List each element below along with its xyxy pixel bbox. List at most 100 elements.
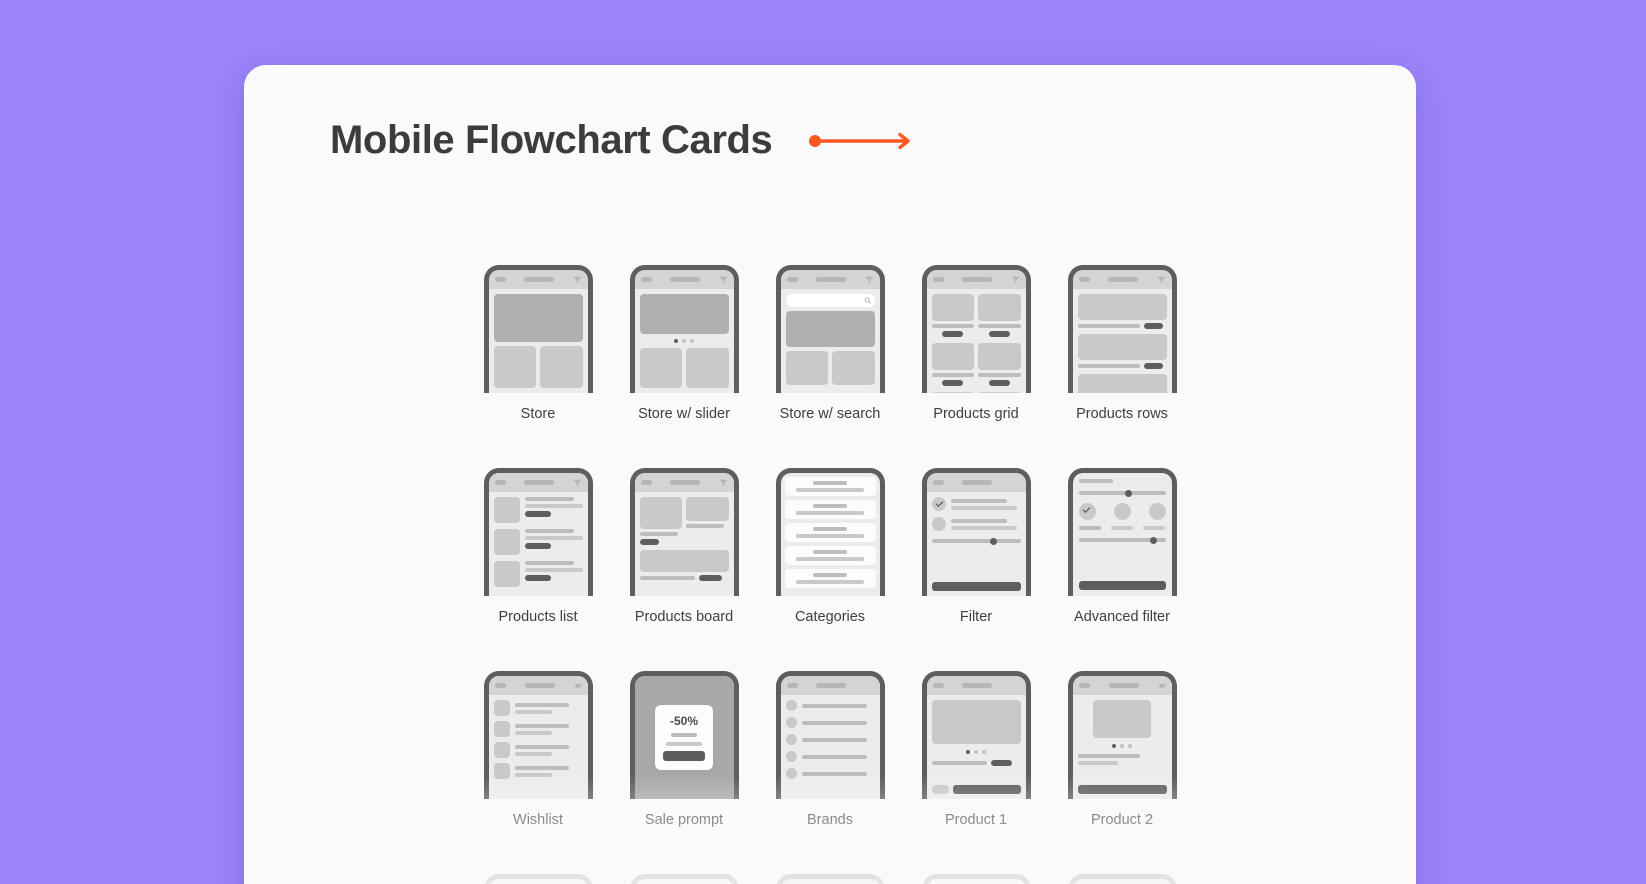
phone-frame-sale-prompt[interactable]: -50%: [629, 671, 739, 799]
product-card[interactable]: [931, 343, 974, 386]
menu-pill[interactable]: [1078, 277, 1090, 282]
product-card[interactable]: [978, 392, 1021, 393]
flowchart-card[interactable]: [629, 874, 739, 884]
range-slider[interactable]: [1078, 536, 1166, 544]
menu-pill[interactable]: [640, 480, 652, 485]
flowchart-card[interactable]: Products rows: [1067, 265, 1177, 422]
product-row[interactable]: [1077, 294, 1167, 329]
flowchart-card[interactable]: Store w/ slider: [629, 265, 739, 422]
wishlist-item[interactable]: [493, 721, 583, 737]
claim-button[interactable]: [663, 751, 705, 761]
category-card[interactable]: [784, 569, 876, 588]
option-circle[interactable]: [785, 768, 797, 779]
phone-frame-categories[interactable]: [775, 468, 885, 596]
flowchart-card[interactable]: Advanced filter: [1067, 468, 1177, 625]
product-card[interactable]: [978, 294, 1021, 337]
flowchart-card[interactable]: Products board: [629, 468, 739, 625]
flowchart-card[interactable]: Filter: [921, 468, 1031, 625]
wishlist-item[interactable]: [493, 700, 583, 716]
checkbox-checked[interactable]: [931, 497, 946, 511]
list-item[interactable]: [493, 561, 583, 587]
phone-frame-product-1[interactable]: [921, 671, 1031, 799]
phone-frame-products-rows[interactable]: [1067, 265, 1177, 393]
hero-banner[interactable]: [493, 294, 583, 342]
search-input[interactable]: [785, 294, 875, 307]
phone-frame-store[interactable]: [483, 265, 593, 393]
option-circle[interactable]: [1113, 503, 1131, 520]
wishlist-item[interactable]: [493, 742, 583, 758]
phone-frame-brands[interactable]: [775, 671, 885, 799]
menu-pill[interactable]: [494, 683, 506, 688]
phone-frame-products-list[interactable]: [483, 468, 593, 596]
flowchart-card[interactable]: [921, 874, 1031, 884]
menu-pill[interactable]: [932, 683, 944, 688]
product-card[interactable]: [931, 392, 974, 393]
flowchart-card[interactable]: Products grid: [921, 265, 1031, 422]
product-card[interactable]: [978, 343, 1021, 386]
product-tile[interactable]: [785, 351, 828, 385]
brand-item[interactable]: [785, 700, 875, 711]
product-tile[interactable]: [832, 351, 875, 385]
flowchart-card[interactable]: Categories: [775, 468, 885, 625]
menu-pill[interactable]: [494, 480, 506, 485]
flowchart-card[interactable]: [483, 874, 593, 884]
phone-frame-products-board[interactable]: [629, 468, 739, 596]
checkbox-checked[interactable]: [1078, 503, 1096, 520]
board-card[interactable]: [686, 497, 729, 528]
phone-frame-checkout[interactable]: [1067, 874, 1177, 884]
flowchart-card[interactable]: Brands: [775, 671, 885, 828]
flowchart-card[interactable]: Product 2: [1067, 671, 1177, 828]
wishlist-item[interactable]: [493, 763, 583, 779]
flowchart-card[interactable]: Store w/ search: [775, 265, 885, 422]
option-circle[interactable]: [785, 700, 797, 711]
phone-frame-store-search[interactable]: [775, 265, 885, 393]
range-slider[interactable]: [931, 537, 1021, 545]
list-item[interactable]: [493, 529, 583, 555]
product-tile[interactable]: [540, 346, 583, 388]
product-tile[interactable]: [639, 348, 682, 388]
phone-frame-cart-2[interactable]: [921, 874, 1031, 884]
product-tile[interactable]: [493, 346, 536, 388]
product-card[interactable]: [931, 294, 974, 337]
flowchart-card[interactable]: Wishlist: [483, 671, 593, 828]
product-row[interactable]: [1077, 334, 1167, 369]
flowchart-card[interactable]: Products list: [483, 468, 593, 625]
menu-pill[interactable]: [786, 683, 798, 688]
flowchart-card[interactable]: [775, 874, 885, 884]
board-card[interactable]: [639, 497, 682, 545]
list-item[interactable]: [493, 497, 583, 523]
slider-dots[interactable]: [932, 748, 1021, 756]
category-card[interactable]: [784, 477, 876, 496]
product-tile[interactable]: [686, 348, 729, 388]
brand-item[interactable]: [785, 751, 875, 762]
slider-dots[interactable]: [1112, 742, 1132, 750]
phone-frame-wishlist[interactable]: [483, 671, 593, 799]
phone-frame-gallery[interactable]: [483, 874, 593, 884]
brand-item[interactable]: [785, 717, 875, 728]
slider-dots[interactable]: [640, 338, 729, 344]
menu-pill[interactable]: [932, 480, 944, 485]
menu-pill[interactable]: [640, 277, 652, 282]
hero-banner[interactable]: [785, 311, 875, 347]
range-slider[interactable]: [1078, 489, 1166, 497]
product-image[interactable]: [931, 700, 1021, 744]
option-circle[interactable]: [1148, 503, 1166, 520]
hero-banner[interactable]: [639, 294, 729, 334]
phone-frame-menu-list[interactable]: [775, 874, 885, 884]
product-image[interactable]: [1092, 700, 1152, 738]
filter-option[interactable]: [931, 517, 1021, 531]
menu-pill[interactable]: [786, 277, 798, 282]
heart-icon[interactable]: [574, 682, 582, 690]
option-circle[interactable]: [785, 734, 797, 745]
brand-item[interactable]: [785, 734, 875, 745]
option-circle[interactable]: [785, 751, 797, 762]
flowchart-card[interactable]: Product 1: [921, 671, 1031, 828]
menu-pill[interactable]: [1078, 683, 1090, 688]
flowchart-card[interactable]: Store: [483, 265, 593, 422]
filter-option[interactable]: [931, 497, 1021, 511]
board-card[interactable]: [639, 550, 729, 581]
category-card[interactable]: [784, 500, 876, 519]
phone-frame-advanced-filter[interactable]: [1067, 468, 1177, 596]
heart-icon[interactable]: [1158, 682, 1166, 690]
category-card[interactable]: [784, 546, 876, 565]
